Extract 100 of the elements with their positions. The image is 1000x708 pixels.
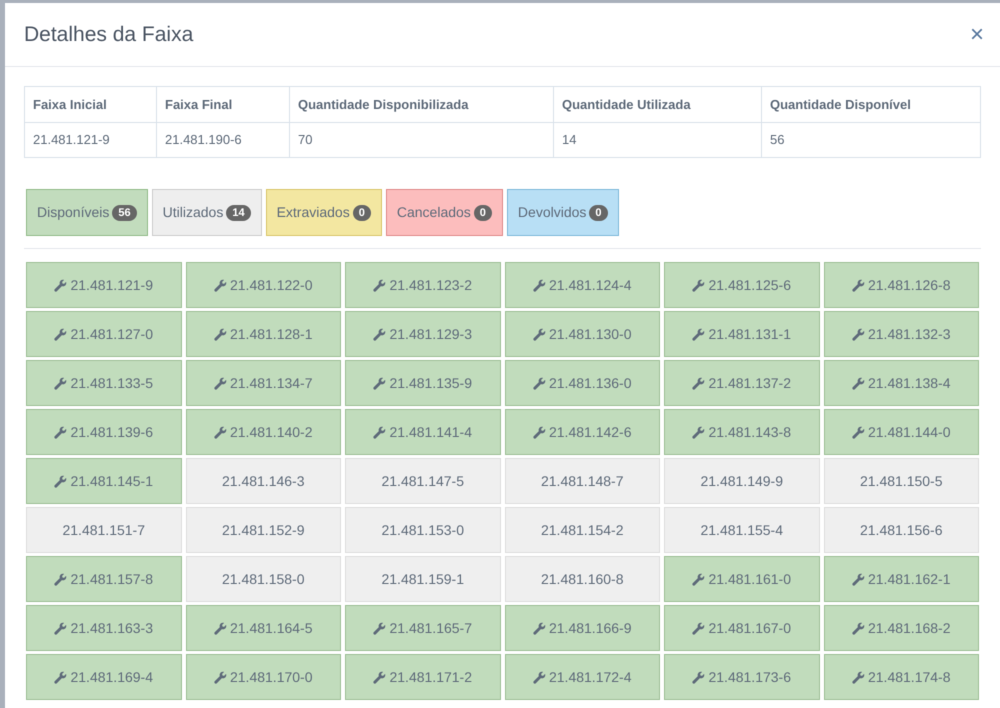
number-tile[interactable]: 21.481.143-8 — [664, 409, 820, 455]
number-tile[interactable]: 21.481.164-5 — [186, 605, 341, 651]
wrench-icon — [373, 426, 386, 438]
wrench-icon — [373, 278, 386, 292]
number-tile[interactable]: 21.481.129-3 — [345, 311, 500, 357]
number-tile[interactable]: 21.481.123-2 — [345, 262, 500, 308]
wrench-icon — [214, 426, 227, 438]
wrench-icon — [373, 328, 386, 340]
wrench-icon — [54, 426, 68, 438]
table-cell: 56 — [762, 122, 980, 158]
number-tile[interactable]: 21.481.133-5 — [26, 360, 182, 406]
number-tile[interactable]: 21.481.150-5 — [824, 458, 979, 504]
wrench-icon — [852, 572, 865, 586]
wrench-icon — [692, 328, 706, 340]
filter-label: Extraviados — [276, 203, 350, 222]
number-tile[interactable]: 21.481.138-4 — [824, 360, 979, 406]
number-tile[interactable]: 21.481.134-7 — [186, 360, 341, 406]
number-tile[interactable]: 21.481.156-6 — [824, 507, 979, 553]
number-tile[interactable]: 21.481.139-6 — [26, 409, 182, 455]
filter-label: Devolvidos — [518, 203, 586, 222]
number-tile[interactable]: 21.481.131-1 — [664, 311, 820, 357]
number-tile[interactable]: 21.481.128-1 — [186, 311, 341, 357]
wrench-icon — [532, 622, 546, 634]
wrench-icon — [214, 278, 227, 292]
number-tile[interactable]: 21.481.141-4 — [345, 409, 500, 455]
number-tile[interactable]: 21.481.147-5 — [345, 458, 500, 504]
number-tile[interactable]: 21.481.161-0 — [664, 556, 820, 602]
number-tile[interactable]: 21.481.144-0 — [824, 409, 979, 455]
column-header: Quantidade Disponibilizada — [290, 86, 554, 122]
wrench-icon — [54, 278, 68, 292]
number-tile[interactable]: 21.481.149-9 — [664, 458, 820, 504]
column-header: Quantidade Utilizada — [554, 86, 762, 122]
number-tile[interactable]: 21.481.125-6 — [664, 262, 820, 308]
number-tile[interactable]: 21.481.126-8 — [824, 262, 979, 308]
number-tile[interactable]: 21.481.171-2 — [345, 654, 500, 700]
number-tile[interactable]: 21.481.167-0 — [664, 605, 820, 651]
number-tile[interactable]: 21.481.122-0 — [186, 262, 341, 308]
number-tile[interactable]: 21.481.170-0 — [186, 654, 341, 700]
number-tile[interactable]: 21.481.154-2 — [504, 507, 660, 553]
number-tile[interactable]: 21.481.151-7 — [26, 507, 182, 553]
filter-button[interactable]: Extraviados 0 — [266, 189, 382, 236]
filter-button[interactable]: Utilizados 14 — [152, 189, 262, 236]
wrench-icon — [54, 376, 68, 390]
wrench-icon — [54, 572, 68, 586]
filter-label: Disponíveis — [37, 203, 110, 222]
table-cell: 21.481.190-6 — [156, 122, 290, 158]
number-tile[interactable]: 21.481.130-0 — [504, 311, 660, 357]
number-tile[interactable]: 21.481.148-7 — [504, 458, 660, 504]
wrench-icon — [214, 328, 227, 340]
wrench-icon — [852, 622, 865, 634]
filter-button[interactable]: Devolvidos 0 — [506, 189, 619, 236]
number-tile[interactable]: 21.481.158-0 — [186, 556, 341, 602]
number-tile[interactable]: 21.481.163-3 — [26, 605, 182, 651]
number-tile[interactable]: 21.481.135-9 — [345, 360, 500, 406]
number-tile[interactable]: 21.481.165-7 — [345, 605, 500, 651]
wrench-icon — [54, 328, 68, 340]
filter-label: Utilizados — [162, 203, 224, 222]
number-tile[interactable]: 21.481.159-1 — [345, 556, 500, 602]
number-tile[interactable]: 21.481.168-2 — [824, 605, 979, 651]
number-tile[interactable]: 21.481.173-6 — [664, 654, 820, 700]
table-cell: 70 — [290, 122, 554, 158]
wrench-icon — [692, 572, 706, 586]
wrench-icon — [532, 670, 546, 684]
wrench-icon — [54, 622, 68, 634]
number-tile[interactable]: 21.481.137-2 — [664, 360, 820, 406]
number-tile[interactable]: 21.481.153-0 — [345, 507, 500, 553]
number-tile[interactable]: 21.481.145-1 — [26, 458, 182, 504]
wrench-icon — [852, 278, 865, 292]
number-tile[interactable]: 21.481.157-8 — [26, 556, 182, 602]
number-tile[interactable]: 21.481.166-9 — [504, 605, 660, 651]
number-tile[interactable]: 21.481.127-0 — [26, 311, 182, 357]
number-tile[interactable]: 21.481.121-9 — [26, 262, 182, 308]
number-tile[interactable]: 21.481.160-8 — [504, 556, 660, 602]
modal-title: Detalhes da Faixa — [24, 22, 194, 48]
number-tile[interactable]: 21.481.142-6 — [504, 409, 660, 455]
number-tile[interactable]: 21.481.174-8 — [824, 654, 979, 700]
number-tile[interactable]: 21.481.169-4 — [26, 654, 182, 700]
number-tile[interactable]: 21.481.172-4 — [504, 654, 660, 700]
wrench-icon — [692, 376, 706, 390]
column-header: Faixa Inicial — [24, 86, 156, 122]
filter-button[interactable]: Disponíveis 56 — [26, 189, 148, 236]
wrench-icon — [532, 426, 546, 438]
count-badge: 0 — [352, 204, 371, 220]
wrench-icon — [692, 278, 706, 292]
wrench-icon — [852, 328, 865, 340]
filter-button[interactable]: Cancelados 0 — [386, 189, 503, 236]
number-tile[interactable]: 21.481.124-4 — [504, 262, 660, 308]
table-cell: 14 — [554, 122, 762, 158]
number-tile[interactable]: 21.481.152-9 — [186, 507, 341, 553]
number-tile[interactable]: 21.481.132-3 — [824, 311, 979, 357]
wrench-icon — [532, 278, 546, 292]
number-tile[interactable]: 21.481.136-0 — [504, 360, 660, 406]
number-tile[interactable]: 21.481.162-1 — [824, 556, 979, 602]
wrench-icon — [373, 376, 386, 390]
number-tile[interactable]: 21.481.146-3 — [186, 458, 341, 504]
wrench-icon — [532, 328, 546, 340]
close-button[interactable]: × — [966, 22, 988, 46]
wrench-icon — [54, 474, 68, 488]
number-tile[interactable]: 21.481.140-2 — [186, 409, 341, 455]
number-tile[interactable]: 21.481.155-4 — [664, 507, 820, 553]
